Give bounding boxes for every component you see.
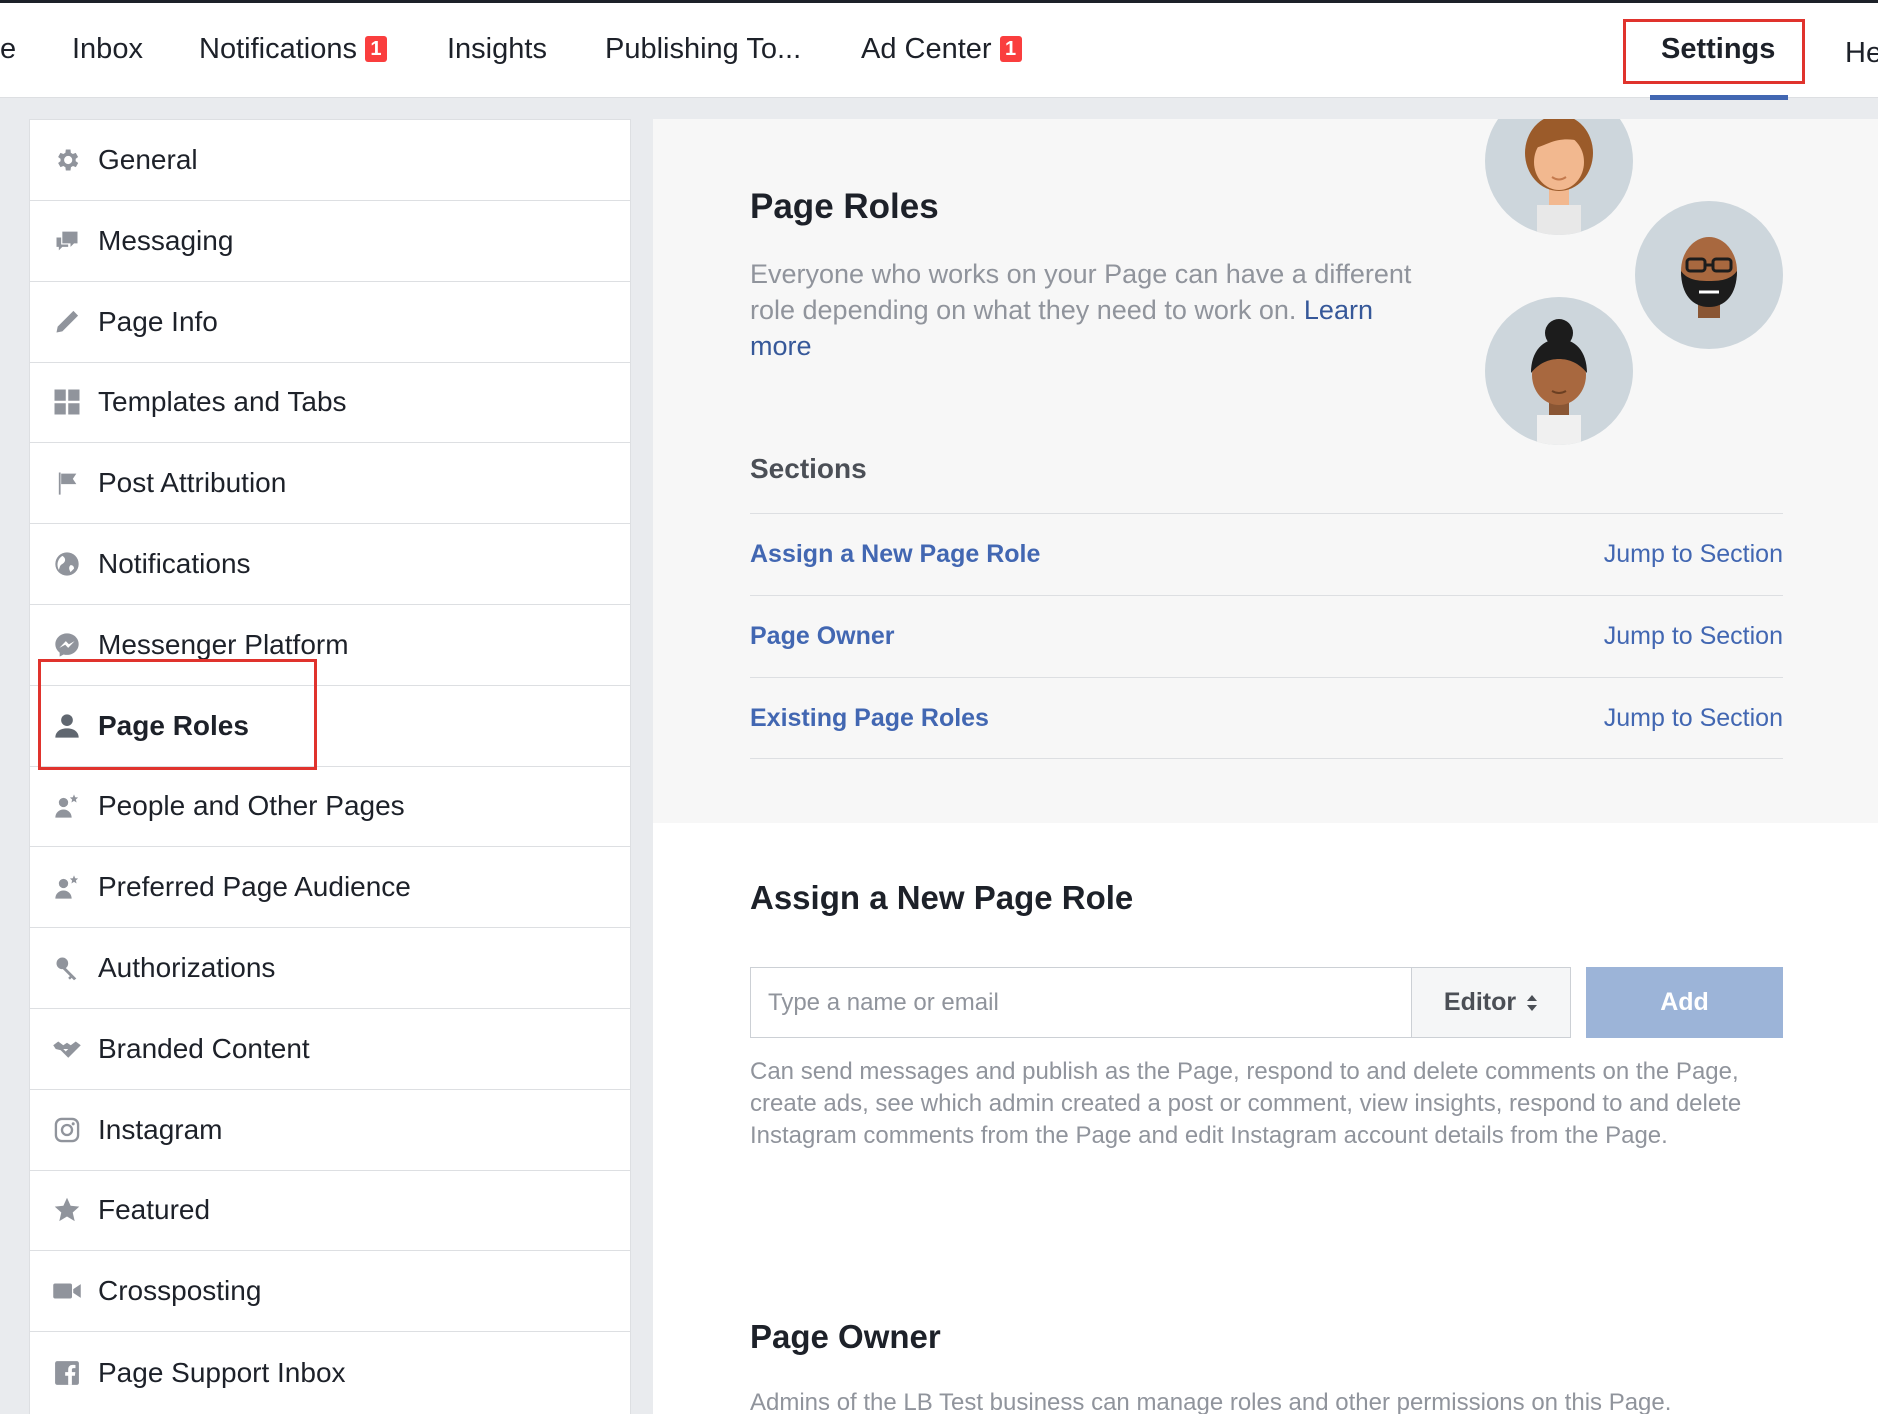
sidebar-item-general[interactable]: General [30, 120, 630, 201]
role-select-dropdown[interactable]: Editor [1411, 967, 1571, 1038]
sidebar-item-label: Post Attribution [98, 467, 287, 498]
video-camera-icon [52, 1276, 82, 1306]
page-roles-description: Everyone who works on your Page can have… [750, 256, 1430, 364]
section-link-page-owner[interactable]: Page Owner [750, 622, 895, 651]
facebook-icon [52, 1358, 82, 1388]
sidebar-item-label: Messaging [98, 225, 234, 256]
active-tab-underline [1650, 95, 1788, 100]
nav-tab-home[interactable]: e [0, 33, 16, 66]
star-icon [52, 1195, 82, 1225]
key-icon [52, 953, 82, 983]
top-nav: e Inbox Notifications 1 Insights Publishi… [0, 0, 1878, 100]
sidebar-item-instagram[interactable]: Instagram [30, 1090, 630, 1171]
person-star-icon [52, 872, 82, 902]
sidebar-item-label: People and Other Pages [98, 790, 405, 821]
role-description-text: Can send messages and publish as the Pag… [750, 1058, 1742, 1149]
main-content: Page Roles Everyone who works on your Pa… [653, 119, 1878, 1414]
nav-tab-label: Ad Center [861, 33, 992, 65]
sidebar-item-label: Authorizations [98, 952, 276, 983]
sidebar-item-label: Page Info [98, 306, 218, 337]
section-row-page-owner: Page Owner Jump to Section [750, 595, 1783, 677]
sidebar-item-label: Page Support Inbox [98, 1356, 346, 1388]
flag-icon [52, 468, 82, 498]
nav-tab-label: Insights [447, 33, 547, 65]
sidebar-item-label: Featured [98, 1194, 211, 1225]
nav-tab-label: Publishing To... [605, 33, 802, 65]
avatar-illustration-woman-bun [1485, 297, 1633, 445]
nav-tab-label: Settings [1661, 33, 1776, 65]
sidebar-item-authorizations[interactable]: Authorizations [30, 928, 630, 1009]
person-icon [52, 711, 82, 741]
sidebar-item-post-attribution[interactable]: Post Attribution [30, 443, 630, 524]
person-star-icon [52, 791, 82, 821]
sidebar-item-label: Instagram [98, 1114, 223, 1145]
sidebar-item-notifications[interactable]: Notifications [30, 524, 630, 605]
jump-to-section-link[interactable]: Jump to Section [1604, 540, 1783, 569]
page-owner-heading: Page Owner [750, 1318, 941, 1355]
avatar-illustration-bearded-man [1635, 201, 1783, 349]
nav-tab-insights[interactable]: Insights [447, 33, 547, 66]
instagram-icon [52, 1115, 82, 1145]
chat-bubbles-icon [52, 226, 82, 256]
jump-to-section-link[interactable]: Jump to Section [1604, 622, 1783, 651]
sidebar-item-messaging[interactable]: Messaging [30, 201, 630, 282]
section-row-existing-roles: Existing Page Roles Jump to Section [750, 677, 1783, 759]
sidebar-item-people-and-other-pages[interactable]: People and Other Pages [30, 766, 630, 847]
gear-icon [52, 145, 82, 175]
nav-tab-publishing-tools[interactable]: Publishing To... [605, 33, 801, 66]
name-or-email-input[interactable] [750, 967, 1412, 1038]
grid-icon [52, 387, 82, 417]
nav-tab-notifications[interactable]: Notifications 1 [199, 33, 387, 66]
sidebar-item-messenger-platform[interactable]: Messenger Platform [30, 605, 630, 686]
sidebar-item-label: Templates and Tabs [98, 386, 347, 417]
sidebar-item-templates-and-tabs[interactable]: Templates and Tabs [30, 362, 630, 443]
assign-role-heading: Assign a New Page Role [750, 879, 1134, 916]
nav-tab-help[interactable]: He [1845, 37, 1878, 70]
divider [750, 758, 1783, 759]
avatar-illustration-woman [1485, 119, 1633, 235]
pencil-icon [52, 307, 82, 337]
settings-sidebar: General Messaging Page Info Templates an… [29, 119, 631, 1414]
page-roles-intro: Page Roles Everyone who works on your Pa… [653, 119, 1878, 823]
jump-to-section-link[interactable]: Jump to Section [1604, 704, 1783, 733]
sort-caret-icon [1526, 993, 1538, 1013]
nav-tab-inbox[interactable]: Inbox [72, 33, 143, 66]
sidebar-item-page-support-inbox[interactable]: Page Support Inbox [30, 1332, 630, 1413]
nav-tab-label: e [0, 33, 17, 65]
notification-badge: 1 [364, 36, 387, 62]
sidebar-item-label: Messenger Platform [98, 629, 349, 660]
nav-tab-label: Notifications [199, 33, 357, 65]
page-owner-text: Admins of the LB Test business can manag… [750, 1389, 1672, 1414]
section-link-assign-new-role[interactable]: Assign a New Page Role [750, 540, 1040, 569]
sidebar-item-branded-content[interactable]: Branded Content [30, 1009, 630, 1090]
sidebar-item-label: Crossposting [98, 1275, 262, 1306]
sidebar-item-crossposting[interactable]: Crossposting [30, 1251, 630, 1332]
sidebar-item-featured[interactable]: Featured [30, 1170, 630, 1251]
nav-tab-label: He [1845, 37, 1878, 69]
nav-tab-label: Inbox [72, 33, 143, 65]
sidebar-item-label: Page Roles [98, 710, 249, 741]
notification-badge: 1 [999, 36, 1022, 62]
messenger-icon [52, 630, 82, 660]
sidebar-item-page-info[interactable]: Page Info [30, 282, 630, 363]
sections-heading: Sections [750, 453, 867, 484]
sidebar-item-preferred-page-audience[interactable]: Preferred Page Audience [30, 847, 630, 928]
nav-tab-settings[interactable]: Settings [1661, 33, 1775, 66]
role-select-value: Editor [1443, 988, 1517, 1016]
section-link-existing-roles[interactable]: Existing Page Roles [750, 704, 989, 733]
sidebar-item-label: Preferred Page Audience [98, 871, 411, 902]
nav-tab-ad-center[interactable]: Ad Center 1 [861, 33, 1022, 66]
globe-icon [52, 549, 82, 579]
sidebar-item-label: General [98, 144, 198, 175]
sidebar-item-label: Branded Content [98, 1033, 310, 1064]
section-row-assign-new-role: Assign a New Page Role Jump to Section [750, 513, 1783, 595]
handshake-icon [52, 1034, 82, 1064]
sidebar-item-label: Notifications [98, 548, 251, 579]
add-button[interactable]: Add [1586, 967, 1783, 1038]
sidebar-item-page-roles[interactable]: Page Roles [30, 686, 630, 767]
page-title: Page Roles [750, 187, 939, 226]
